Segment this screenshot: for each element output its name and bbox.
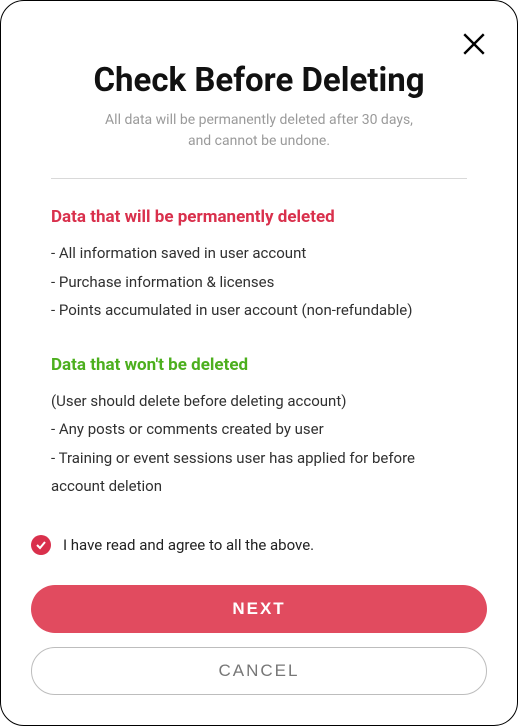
agree-checkbox[interactable] xyxy=(31,535,51,555)
deleted-list: - All information saved in user account … xyxy=(51,239,467,325)
list-item: - Points accumulated in user account (no… xyxy=(51,296,467,325)
list-item: - Any posts or comments created by user xyxy=(51,415,467,444)
modal-subtitle: All data will be permanently deleted aft… xyxy=(31,110,487,152)
kept-heading: Data that won't be deleted xyxy=(51,355,467,375)
modal-title: Check Before Deleting xyxy=(31,61,487,100)
list-item: - All information saved in user account xyxy=(51,239,467,268)
cancel-button[interactable]: CANCEL xyxy=(31,647,487,695)
bottom-actions: I have read and agree to all the above. … xyxy=(31,535,487,695)
check-icon xyxy=(35,539,47,551)
list-item: - Training or event sessions user has ap… xyxy=(51,444,467,501)
close-button[interactable] xyxy=(461,31,487,57)
subtitle-line-2: and cannot be undone. xyxy=(188,133,330,149)
divider xyxy=(51,178,467,179)
list-item: - Purchase information & licenses xyxy=(51,268,467,297)
content-area: Data that will be permanently deleted - … xyxy=(31,207,487,501)
agree-checkbox-row[interactable]: I have read and agree to all the above. xyxy=(31,535,487,555)
next-button[interactable]: NEXT xyxy=(31,585,487,633)
list-item: (User should delete before deleting acco… xyxy=(51,387,467,416)
close-icon xyxy=(461,31,487,57)
subtitle-line-1: All data will be permanently deleted aft… xyxy=(105,112,413,128)
deleted-heading: Data that will be permanently deleted xyxy=(51,207,467,227)
delete-account-modal: Check Before Deleting All data will be p… xyxy=(0,0,518,726)
kept-list: (User should delete before deleting acco… xyxy=(51,387,467,501)
agree-label: I have read and agree to all the above. xyxy=(63,536,314,554)
